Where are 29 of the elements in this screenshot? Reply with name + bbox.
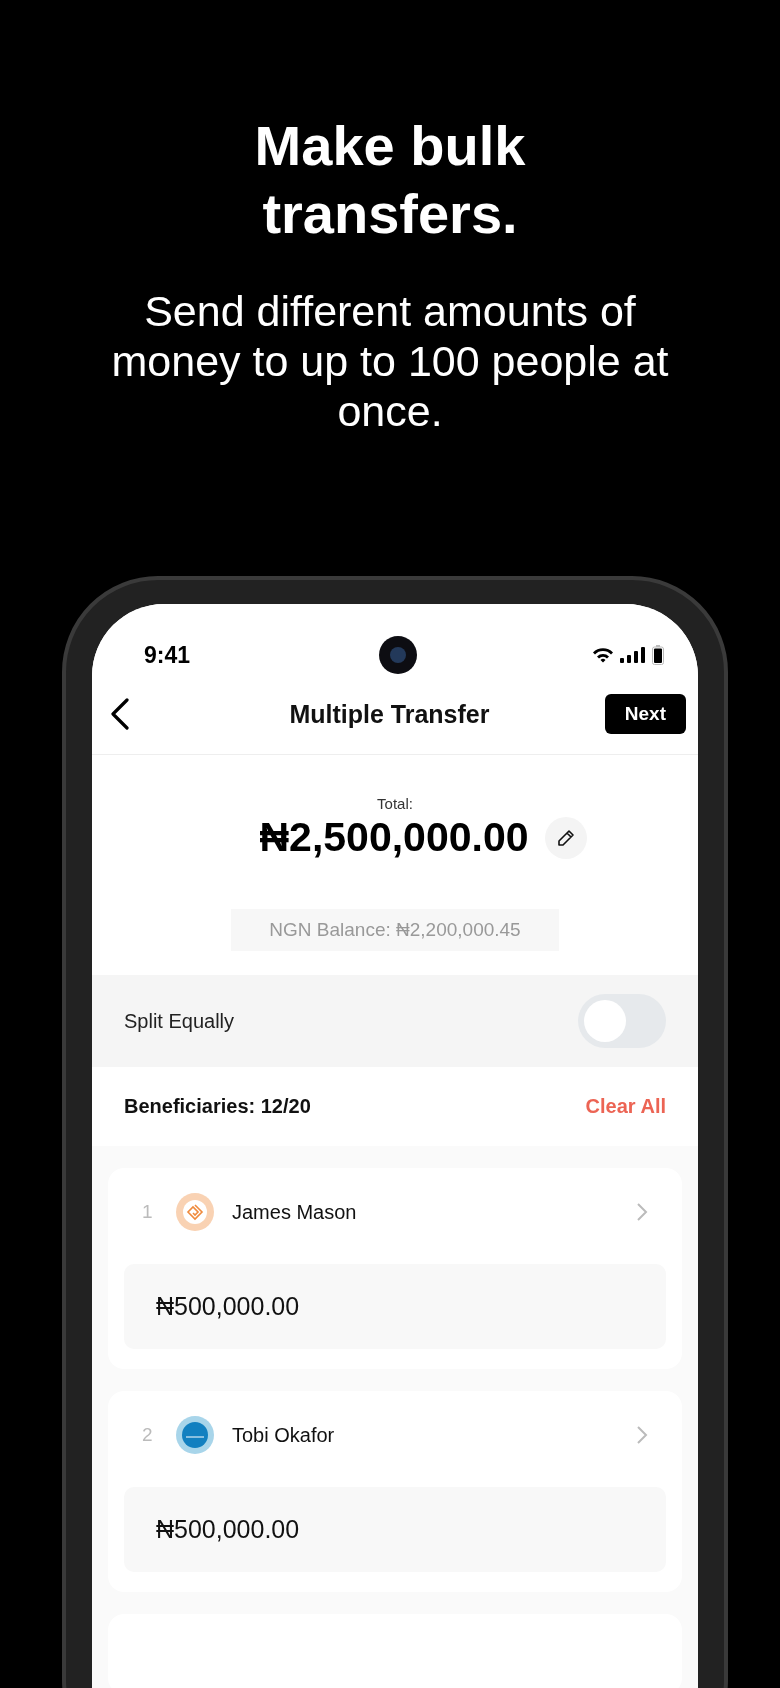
split-toggle[interactable] xyxy=(578,994,666,1048)
next-button[interactable]: Next xyxy=(604,694,686,734)
camera-icon xyxy=(379,636,417,674)
amount-field[interactable]: ₦500,000.00 xyxy=(124,1264,666,1349)
back-icon xyxy=(110,698,130,730)
beneficiary-row[interactable]: 1 James Mason xyxy=(124,1168,666,1234)
beneficiary-name: James Mason xyxy=(232,1200,358,1224)
total-label: Total: xyxy=(377,795,413,812)
screen-title: Multiple Transfer xyxy=(289,699,490,729)
beneficiary-row[interactable]: 2 Tobi Okafor xyxy=(124,1391,666,1457)
avatar-icon xyxy=(176,1193,214,1231)
wifi-icon xyxy=(592,647,614,663)
row-number: 2 xyxy=(142,1424,154,1446)
beneficiary-name: Tobi Okafor xyxy=(232,1423,336,1447)
row-number: 1 xyxy=(142,1201,154,1223)
avatar-icon xyxy=(176,1416,214,1454)
battery-icon xyxy=(652,645,664,665)
chevron-icon xyxy=(636,1202,648,1222)
signal-icon xyxy=(620,647,646,663)
chevron-icon xyxy=(636,1425,648,1445)
balance-label: NGN Balance: ₦2,200,000.45 xyxy=(231,909,559,951)
beneficiaries-count: Beneficiaries: 12/20 xyxy=(124,1095,311,1118)
amount-field[interactable]: ₦500,000.00 xyxy=(124,1487,666,1572)
status-time: 9:41 xyxy=(144,641,191,669)
split-label: Split Equally xyxy=(124,1009,235,1033)
headline: Make bulk transfers. xyxy=(253,113,527,247)
pencil-icon xyxy=(555,827,576,848)
subtitle: Send different amounts of money to up to 100 people at once. xyxy=(110,286,670,436)
total-amount: ₦2,500,000.00 xyxy=(259,814,529,861)
